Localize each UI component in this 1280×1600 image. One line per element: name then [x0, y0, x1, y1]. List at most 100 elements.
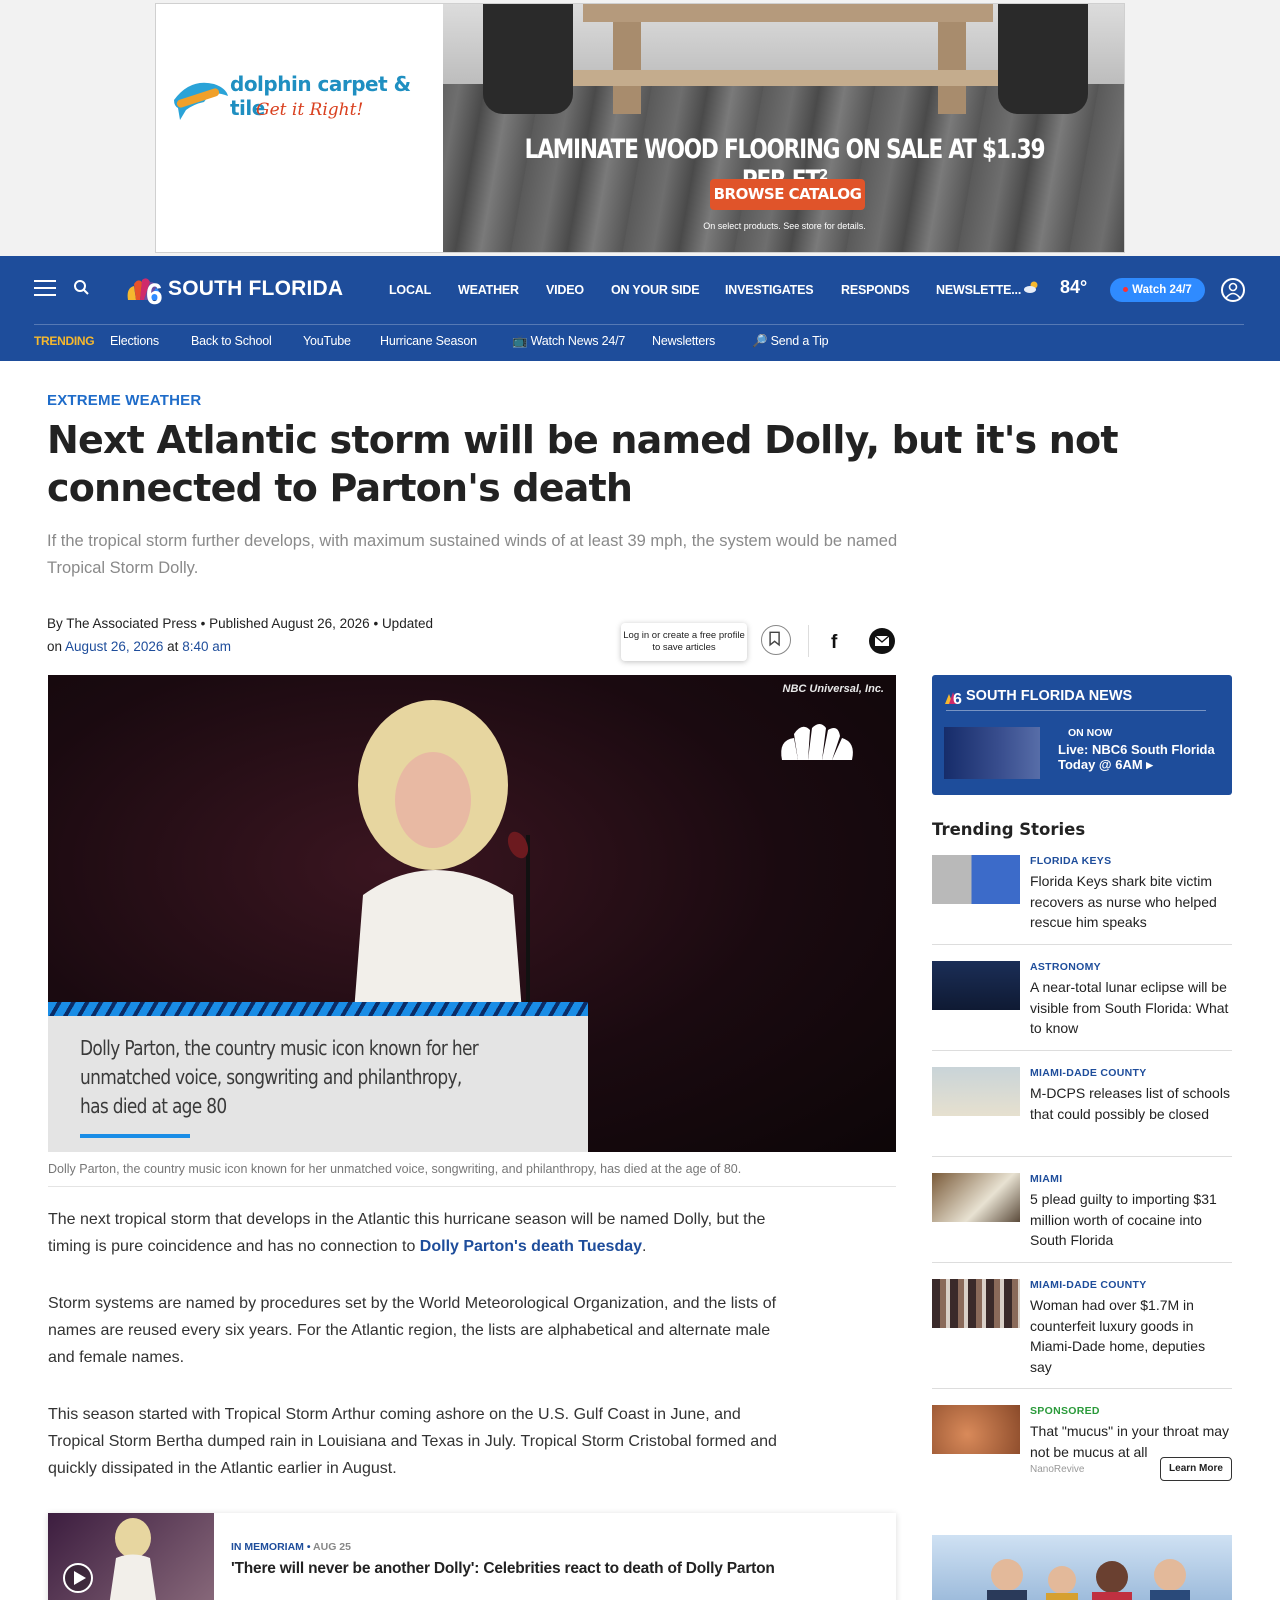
site-header: 6 SOUTH FLORIDA LOCAL WEATHER VIDEO ON Y… [0, 256, 1280, 361]
site-logo-text[interactable]: SOUTH FLORIDA [168, 277, 343, 301]
trending-send-tip-label: Send a Tip [770, 334, 829, 348]
trending-story[interactable]: FLORIDA KEYS Florida Keys shark bite vic… [932, 855, 1232, 945]
story-kicker: MIAMI-DADE COUNTY [1030, 1279, 1147, 1291]
nav-video[interactable]: VIDEO [546, 283, 584, 297]
sponsored-thumbnail [932, 1405, 1020, 1454]
ad-banner[interactable]: dolphin carpet & tile Get it Right! LAMI… [155, 3, 1125, 253]
story-kicker: MIAMI-DADE COUNTY [1030, 1067, 1147, 1079]
ad-banner-area: dolphin carpet & tile Get it Right! LAMI… [0, 0, 1280, 256]
ad-bench [573, 70, 998, 86]
live-stream-thumbnail[interactable] [944, 727, 1040, 779]
live-stream-title-text: Live: NBC6 South Florida Today @ 6AM [1058, 742, 1215, 772]
story-thumbnail [932, 1067, 1020, 1116]
trending-story[interactable]: ASTRONOMY A near-total lunar eclipse wil… [932, 961, 1232, 1051]
nav-weather[interactable]: WEATHER [458, 283, 519, 297]
paragraph-1-text: The next tropical storm that develops in… [48, 1211, 766, 1255]
ad-chair [483, 4, 573, 114]
byline-at: at [167, 639, 179, 654]
byline-on: on [47, 639, 63, 654]
trending-back-to-school[interactable]: Back to School [191, 334, 272, 348]
dolly-parton-death-link[interactable]: Dolly Parton's death Tuesday [420, 1238, 642, 1255]
dolphin-logo-icon [174, 82, 228, 120]
ad-table-leg [613, 14, 641, 114]
story-thumbnail [932, 1279, 1020, 1328]
weather-temperature[interactable]: 84° [1060, 277, 1087, 298]
story-kicker: ASTRONOMY [1030, 961, 1101, 973]
dolly-parton-photo [353, 700, 530, 1025]
related-category: IN MEMORIAM [231, 1541, 304, 1553]
email-icon[interactable] [868, 627, 896, 655]
related-photo [63, 1518, 157, 1600]
header-divider [34, 324, 1244, 325]
story-title[interactable]: Woman had over $1.7M in counterfeit luxu… [1030, 1295, 1230, 1377]
trending-watch-news-label: Watch News 24/7 [530, 334, 626, 348]
article-dek: If the tropical storm further develops, … [47, 532, 898, 577]
hero-video-image[interactable]: NBC Universal, Inc. Dolly Parton, the co… [48, 675, 896, 1152]
story-title[interactable]: Florida Keys shark bite victim recovers … [1030, 871, 1230, 933]
svg-text:6: 6 [146, 278, 163, 306]
story-thumbnail [932, 1173, 1020, 1222]
trending-story[interactable]: MIAMI-DADE COUNTY M-DCPS releases list o… [932, 1067, 1232, 1157]
nav-responds[interactable]: RESPONDS [841, 283, 910, 297]
trending-label: TRENDING [34, 334, 95, 348]
trending-send-tip[interactable]: 🔎 Send a Tip [752, 334, 829, 349]
related-date: AUG 25 [313, 1541, 351, 1553]
story-title[interactable]: M-DCPS releases list of schools that cou… [1030, 1083, 1230, 1124]
magnifier-icon: 🔎 [752, 334, 768, 348]
sponsored-title[interactable]: That "mucus" in your throat may not be m… [1030, 1421, 1230, 1462]
related-title[interactable]: 'There will never be another Dolly': Cel… [231, 1560, 775, 1578]
article-kicker[interactable]: EXTREME WEATHER [47, 392, 201, 409]
story-title[interactable]: A near-total lunar eclipse will be visib… [1030, 977, 1230, 1039]
trending-hurricane-season[interactable]: Hurricane Season [380, 334, 477, 348]
byline: By The Associated Press • Published Augu… [47, 616, 433, 654]
byline-updated-date: August 26, 2026 [65, 639, 164, 654]
trending-elections[interactable]: Elections [110, 334, 159, 348]
nav-newsletters[interactable]: NEWSLETTE... [936, 283, 1021, 297]
article-paragraph-1: The next tropical storm that develops in… [48, 1211, 766, 1255]
trending-story[interactable]: MIAMI-DADE COUNTY Woman had over $1.7M i… [932, 1279, 1232, 1389]
related-kicker: IN MEMORIAM • AUG 25 [231, 1541, 351, 1553]
bookmark-icon[interactable] [761, 625, 791, 655]
sponsored-story[interactable]: SPONSORED That "mucus" in your throat ma… [932, 1405, 1232, 1485]
ad-photo-panel: LAMINATE WOOD FLOORING ON SALE AT $1.39 … [443, 4, 1124, 252]
story-kicker: MIAMI [1030, 1173, 1063, 1185]
play-circle-icon: ▸ [1146, 757, 1153, 772]
related-article-card[interactable]: IN MEMORIAM • AUG 25 'There will never b… [48, 1513, 896, 1600]
learn-more-button[interactable]: Learn More [1160, 1457, 1232, 1481]
watch-live-label: Watch 24/7 [1132, 284, 1192, 296]
trending-youtube[interactable]: YouTube [303, 334, 351, 348]
bookmark-glyph [769, 631, 780, 647]
nav-local[interactable]: LOCAL [389, 283, 431, 297]
story-kicker: FLORIDA KEYS [1030, 855, 1112, 867]
story-title[interactable]: 5 plead guilty to importing $31 million … [1030, 1189, 1230, 1251]
video-caption-box: Dolly Parton, the country music icon kno… [48, 1016, 588, 1152]
live-stream-title[interactable]: Live: NBC6 South Florida Today @ 6AM ▸ [1058, 742, 1218, 772]
story-thumbnail [932, 855, 1020, 904]
caption-stripe [48, 1002, 588, 1016]
facebook-icon[interactable]: f [822, 627, 850, 655]
svg-text:6: 6 [953, 691, 962, 706]
ad-chair [998, 4, 1088, 114]
trending-stories-heading: Trending Stories [932, 820, 1086, 839]
nbc6-logo-icon: 6 [945, 691, 962, 706]
ad-table-leg [938, 14, 966, 114]
search-icon[interactable] [72, 278, 92, 298]
watch-live-button[interactable]: Watch 24/7 [1110, 278, 1205, 302]
nav-investigates[interactable]: INVESTIGATES [725, 283, 814, 297]
trending-story[interactable]: MIAMI 5 plead guilty to importing $31 mi… [932, 1173, 1232, 1263]
video-caption-text: Dolly Parton, the country music icon kno… [80, 1036, 479, 1118]
article-paragraph-3: This season started with Tropical Storm … [48, 1406, 777, 1477]
sidebar-promo-image[interactable] [932, 1535, 1232, 1600]
article-headline: Next Atlantic storm will be named Dolly,… [47, 418, 1119, 510]
user-icon[interactable] [1221, 278, 1245, 302]
south-florida-news-box[interactable]: 6 SOUTH FLORIDA NEWS ON NOW Live: NBC6 S… [932, 675, 1232, 795]
byline-author: By The Associated Press [47, 616, 197, 631]
browse-catalog-button[interactable]: BROWSE CATALOG [710, 179, 865, 210]
trending-watch-news[interactable]: 📺 Watch News 24/7 [512, 334, 625, 349]
partly-cloudy-icon[interactable] [1022, 273, 1058, 301]
menu-icon[interactable] [34, 280, 56, 296]
trending-newsletters[interactable]: Newsletters [652, 334, 715, 348]
nav-on-your-side[interactable]: ON YOUR SIDE [611, 283, 700, 297]
user-silhouette [1225, 282, 1241, 299]
peacock-icon[interactable]: 6 [124, 270, 164, 306]
